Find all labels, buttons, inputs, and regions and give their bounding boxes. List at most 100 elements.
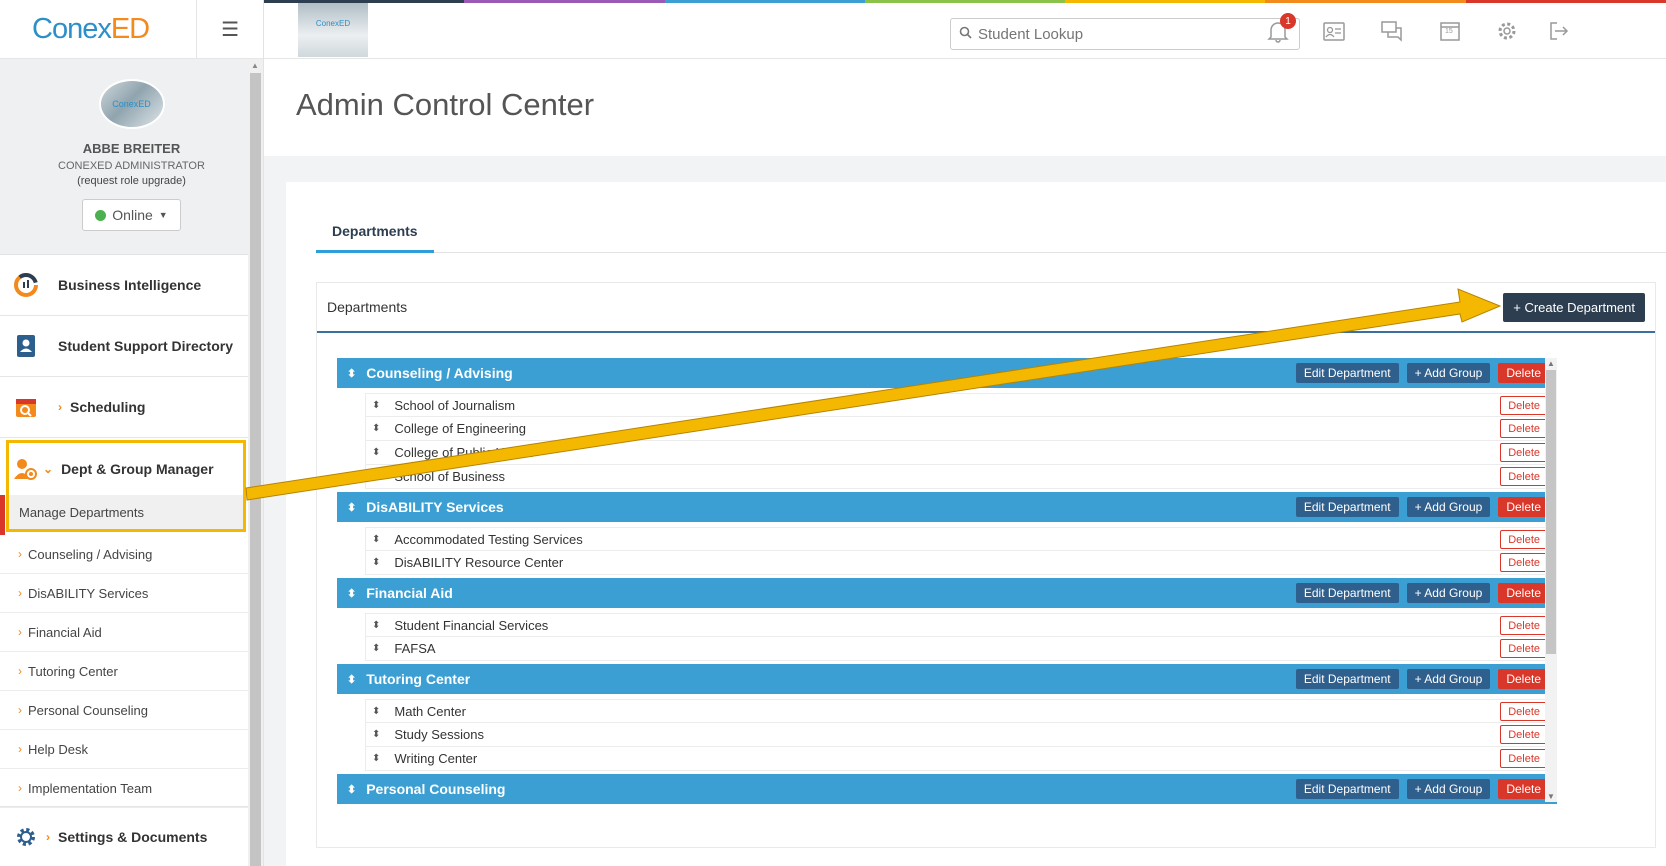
notifications-bell-icon[interactable]: 1: [1264, 13, 1296, 45]
sort-handle-icon[interactable]: ⬍: [372, 753, 380, 764]
sort-handle-icon[interactable]: ⬍: [372, 706, 380, 717]
sort-handle-icon[interactable]: ⬍: [347, 783, 356, 796]
sort-handle-icon[interactable]: ⬍: [372, 471, 380, 482]
delete-department-button[interactable]: Delete: [1498, 779, 1549, 799]
nav-student-support-directory[interactable]: Student Support Directory: [0, 316, 263, 377]
settings-gear-icon[interactable]: [1493, 17, 1521, 45]
delete-department-button[interactable]: Delete: [1498, 669, 1549, 689]
add-group-button[interactable]: + Add Group: [1406, 497, 1491, 517]
group-row[interactable]: ⬍ Study Sessions Delete: [365, 723, 1557, 747]
add-group-button[interactable]: + Add Group: [1406, 363, 1491, 383]
edit-department-button[interactable]: Edit Department: [1295, 363, 1399, 383]
group-name: DisABILITY Resource Center: [394, 555, 564, 570]
student-lookup-search[interactable]: [950, 18, 1300, 50]
group-row[interactable]: ⬍ Student Financial Services Delete: [365, 613, 1557, 637]
sidebar-scroll-thumb[interactable]: [250, 73, 261, 866]
department-name: Tutoring Center: [366, 671, 471, 687]
nav-dept-group-manager-highlight[interactable]: ⌄ Dept & Group Manager Manage Department…: [6, 440, 246, 532]
create-department-button[interactable]: + Create Department: [1503, 293, 1645, 322]
sort-handle-icon[interactable]: ⬍: [347, 587, 356, 600]
delete-group-button[interactable]: Delete: [1500, 702, 1548, 721]
sort-handle-icon[interactable]: ⬍: [372, 557, 380, 568]
sort-handle-icon[interactable]: ⬍: [347, 673, 356, 686]
id-card-icon[interactable]: [1320, 17, 1348, 45]
group-row[interactable]: ⬍ School of Journalism Delete: [365, 393, 1557, 417]
sort-handle-icon[interactable]: ⬍: [347, 501, 356, 514]
calendar-icon[interactable]: 15: [1436, 17, 1464, 45]
add-group-button[interactable]: + Add Group: [1406, 779, 1491, 799]
nav-dept-group-manager[interactable]: ⌄ Dept & Group Manager: [9, 443, 243, 495]
sort-handle-icon[interactable]: ⬍: [372, 400, 380, 411]
subnav-item[interactable]: › Personal Counseling: [0, 691, 248, 730]
sort-handle-icon[interactable]: ⬍: [347, 367, 356, 380]
subnav-item[interactable]: › Counseling / Advising: [0, 535, 248, 574]
delete-department-button[interactable]: Delete: [1498, 583, 1549, 603]
group-row[interactable]: ⬍ School of Business Delete: [365, 465, 1557, 489]
delete-group-button[interactable]: Delete: [1500, 553, 1548, 572]
nav-scheduling[interactable]: › Scheduling: [0, 377, 263, 438]
chat-icon[interactable]: [1378, 17, 1406, 45]
sort-handle-icon[interactable]: ⬍: [372, 729, 380, 740]
sort-handle-icon[interactable]: ⬍: [372, 447, 380, 458]
add-group-button[interactable]: + Add Group: [1406, 583, 1491, 603]
delete-group-button[interactable]: Delete: [1500, 725, 1548, 744]
department-row[interactable]: ⬍ Tutoring Center Edit Department + Add Gro…: [337, 664, 1557, 694]
avatar[interactable]: ConexED: [98, 79, 165, 129]
tab-departments[interactable]: Departments: [316, 212, 434, 253]
delete-group-button[interactable]: Delete: [1500, 749, 1548, 768]
nav-manage-departments[interactable]: Manage Departments: [9, 495, 243, 529]
nav-business-intelligence[interactable]: Business Intelligence: [0, 255, 263, 316]
delete-group-button[interactable]: Delete: [1500, 530, 1548, 549]
subnav-item[interactable]: › DisABILITY Services: [0, 574, 248, 613]
department-row[interactable]: ⬍ Financial Aid Edit Department + Add Group…: [337, 578, 1557, 608]
active-indicator: [0, 495, 5, 535]
delete-department-button[interactable]: Delete: [1498, 363, 1549, 383]
subnav-item[interactable]: › Tutoring Center: [0, 652, 248, 691]
sort-handle-icon[interactable]: ⬍: [372, 620, 380, 631]
sort-handle-icon[interactable]: ⬍: [372, 643, 380, 654]
group-row[interactable]: ⬍ College of Public Health Delete: [365, 441, 1557, 465]
conexed-logo[interactable]: Conex ED: [0, 0, 198, 59]
add-group-button[interactable]: + Add Group: [1406, 669, 1491, 689]
group-row[interactable]: ⬍ Writing Center Delete: [365, 747, 1557, 771]
sort-handle-icon[interactable]: ⬍: [372, 423, 380, 434]
group-row[interactable]: ⬍ FAFSA Delete: [365, 637, 1557, 661]
campus-thumbnail[interactable]: ConexED: [298, 3, 368, 57]
hamburger-menu-icon[interactable]: ☰: [197, 0, 263, 59]
nav-settings-documents[interactable]: › Settings & Documents: [0, 806, 248, 866]
group-row[interactable]: ⬍ DisABILITY Resource Center Delete: [365, 551, 1557, 575]
edit-department-button[interactable]: Edit Department: [1295, 779, 1399, 799]
scroll-up-arrow-icon[interactable]: ▲: [251, 61, 259, 70]
delete-group-button[interactable]: Delete: [1500, 639, 1548, 658]
subnav-item[interactable]: › Help Desk: [0, 730, 248, 769]
group-row[interactable]: ⬍ Math Center Delete: [365, 699, 1557, 723]
group-row[interactable]: ⬍ College of Engineering Delete: [365, 417, 1557, 441]
edit-department-button[interactable]: Edit Department: [1295, 669, 1399, 689]
subnav-item[interactable]: › Implementation Team: [0, 769, 248, 808]
delete-group-button[interactable]: Delete: [1500, 616, 1548, 635]
delete-group-button[interactable]: Delete: [1500, 443, 1548, 462]
delete-department-button[interactable]: Delete: [1498, 497, 1549, 517]
search-input[interactable]: [978, 25, 1278, 43]
department-row[interactable]: ⬍ DisABILITY Services Edit Department + Add…: [337, 492, 1557, 522]
status-dropdown[interactable]: Online ▼: [82, 199, 181, 231]
sort-handle-icon[interactable]: ⬍: [372, 534, 380, 545]
subnav-item[interactable]: › Financial Aid: [0, 613, 248, 652]
group-row[interactable]: ⬍ Accommodated Testing Services Delete: [365, 527, 1557, 551]
scroll-up-arrow-icon[interactable]: ▲: [1547, 359, 1555, 368]
request-role-upgrade-link[interactable]: (request role upgrade): [0, 175, 263, 187]
edit-department-button[interactable]: Edit Department: [1295, 497, 1399, 517]
group-name: Writing Center: [394, 751, 478, 766]
department-row[interactable]: ⬍ Personal Counseling Edit Department + Add…: [337, 774, 1557, 804]
delete-group-button[interactable]: Delete: [1500, 419, 1548, 438]
sidebar-scrollbar[interactable]: ▲: [248, 59, 263, 866]
department-list-scroll-thumb[interactable]: [1546, 370, 1556, 654]
group-name: FAFSA: [394, 641, 436, 656]
delete-group-button[interactable]: Delete: [1500, 467, 1548, 486]
edit-department-button[interactable]: Edit Department: [1295, 583, 1399, 603]
department-row[interactable]: ⬍ Counseling / Advising Edit Department + A…: [337, 358, 1557, 388]
delete-group-button[interactable]: Delete: [1500, 396, 1548, 415]
scroll-down-arrow-icon[interactable]: ▼: [1547, 792, 1555, 801]
department-list-scrollbar[interactable]: ▲ ▼: [1545, 358, 1557, 802]
logout-icon[interactable]: [1544, 17, 1572, 45]
